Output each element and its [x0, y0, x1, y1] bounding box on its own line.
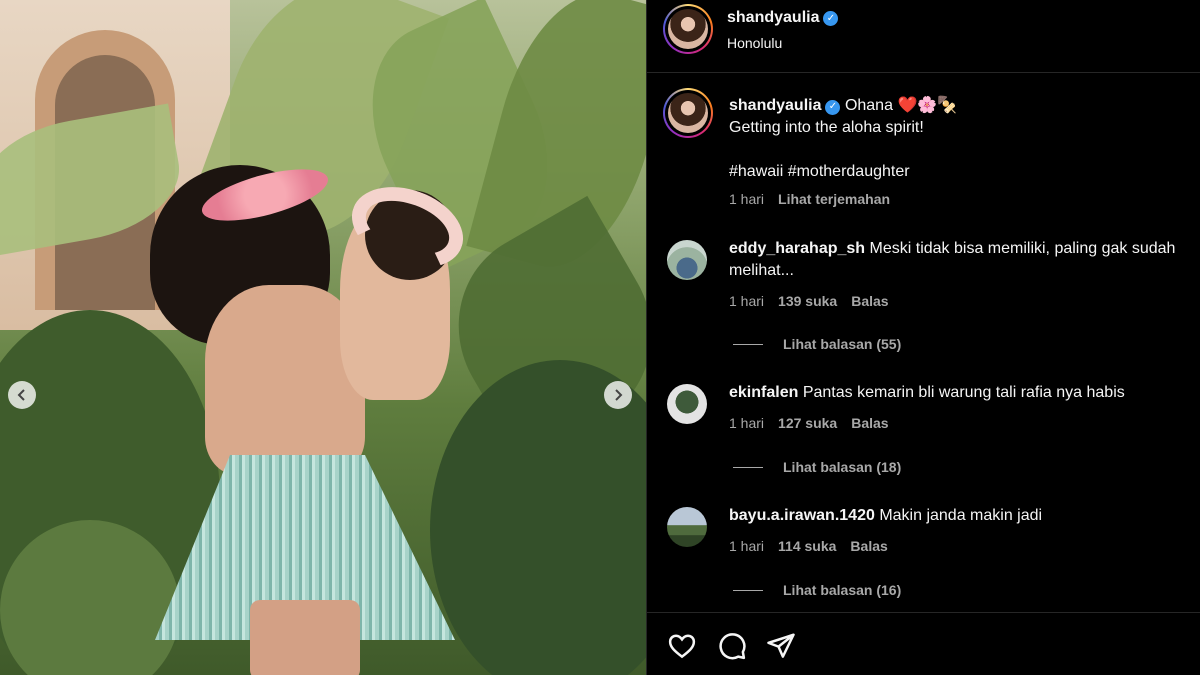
commenter-avatar[interactable] — [667, 507, 707, 547]
heart-icon[interactable] — [667, 631, 697, 661]
caption-emojis: ❤️🌸🍢 — [897, 97, 958, 114]
caption-text: Ohana — [844, 97, 893, 114]
comment-time[interactable]: 1 hari — [729, 415, 764, 431]
reply-button[interactable]: Balas — [851, 415, 888, 431]
comment-time[interactable]: 1 hari — [729, 538, 764, 554]
comment-likes[interactable]: 114 suka — [778, 538, 836, 554]
comment-time[interactable]: 1 hari — [729, 293, 764, 309]
post-side-panel: shandyaulia ✓ Honolulu shandyaulia ✓ Ohana… — [646, 0, 1200, 675]
chevron-left-icon[interactable] — [8, 381, 36, 409]
caption-time[interactable]: 1 hari — [729, 191, 764, 207]
send-icon[interactable] — [766, 631, 796, 661]
comment-likes[interactable]: 127 suka — [778, 415, 837, 431]
caption-meta: 1 hari Lihat terjemahan — [729, 191, 890, 207]
comment-meta: 1 hari 127 suka Balas — [729, 415, 889, 431]
chevron-right-icon[interactable] — [604, 381, 632, 409]
author-username[interactable]: shandyaulia ✓ — [727, 9, 839, 27]
caption-hashtags[interactable]: #hawaii #motherdaughter — [729, 161, 1179, 183]
commenter-username[interactable]: bayu.a.irawan.1420 — [729, 507, 875, 524]
author-avatar[interactable] — [663, 4, 713, 54]
reply-button[interactable]: Balas — [850, 538, 887, 554]
replies-divider — [733, 343, 763, 345]
commenter-avatar[interactable] — [667, 384, 707, 424]
view-replies-button[interactable]: Lihat balasan (16) — [733, 582, 901, 598]
comment-likes[interactable]: 139 suka — [778, 293, 837, 309]
caption-avatar[interactable] — [663, 88, 713, 138]
comment-icon[interactable] — [717, 631, 747, 661]
verified-badge-icon: ✓ — [823, 11, 839, 26]
view-replies-button[interactable]: Lihat balasan (18) — [733, 459, 901, 475]
post-header: shandyaulia ✓ Honolulu — [647, 0, 1200, 73]
photo-woman-legs — [250, 600, 360, 675]
replies-divider — [733, 466, 763, 468]
post-photo[interactable] — [0, 0, 646, 675]
action-bar — [647, 612, 1200, 675]
caption-username[interactable]: shandyaulia — [729, 97, 821, 114]
reply-button[interactable]: Balas — [851, 293, 888, 309]
translate-link[interactable]: Lihat terjemahan — [778, 191, 890, 207]
comment-meta: 1 hari 114 suka Balas — [729, 538, 888, 554]
comment-meta: 1 hari 139 suka Balas — [729, 293, 889, 309]
comment-text: Pantas kemarin bli warung tali rafia nya… — [802, 384, 1125, 401]
replies-divider — [733, 589, 763, 591]
commenter-username[interactable]: eddy_harahap_sh — [729, 240, 865, 257]
comment-text: Makin janda makin jadi — [879, 507, 1043, 524]
caption-line2: Getting into the aloha spirit! — [729, 119, 924, 136]
post-location[interactable]: Honolulu — [727, 35, 782, 51]
commenter-username[interactable]: ekinfalen — [729, 384, 798, 401]
verified-badge-icon: ✓ — [825, 99, 841, 115]
view-replies-button[interactable]: Lihat balasan (55) — [733, 336, 901, 352]
commenter-avatar[interactable] — [667, 240, 707, 280]
